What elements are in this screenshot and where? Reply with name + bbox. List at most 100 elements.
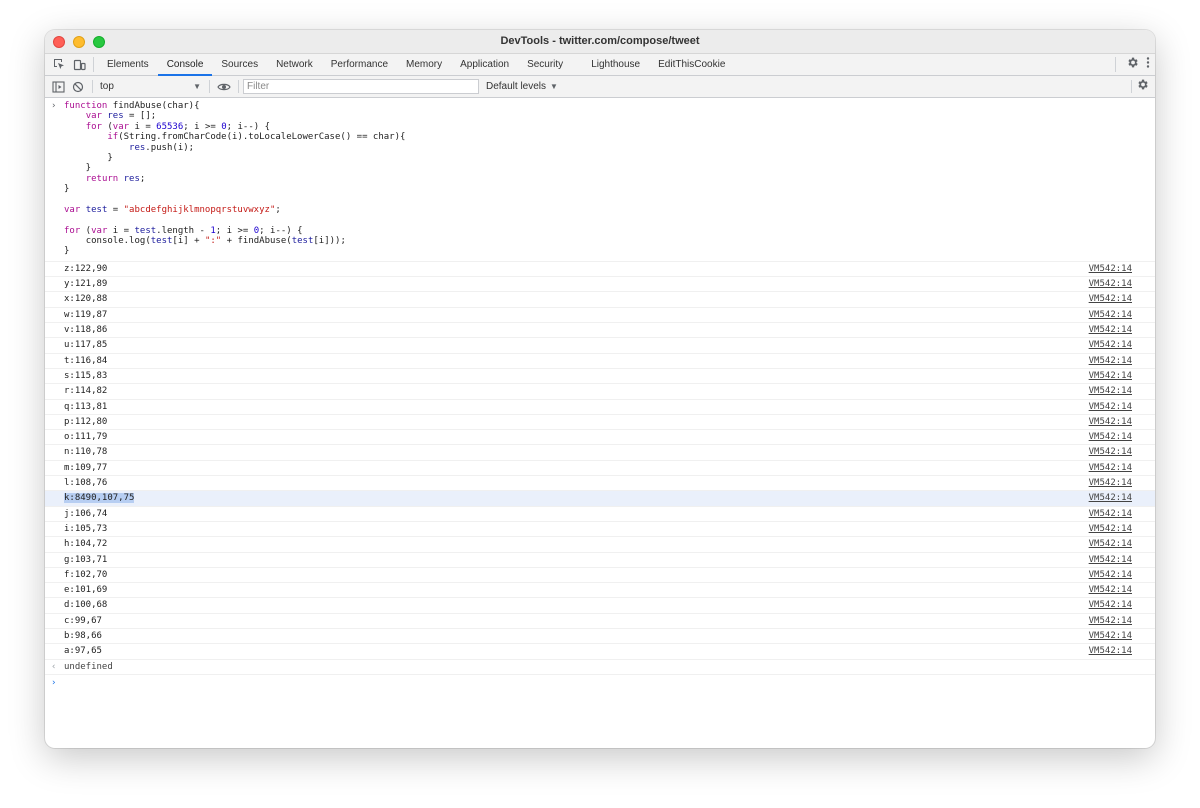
tab-console[interactable]: Console xyxy=(157,54,213,76)
return-value-row: ‹ undefined xyxy=(45,660,1155,675)
code-line: return res; xyxy=(85,173,146,184)
tab-application[interactable]: Application xyxy=(451,54,518,75)
tab-sources[interactable]: Sources xyxy=(212,54,267,75)
tab-elements[interactable]: Elements xyxy=(98,54,158,75)
log-source-link[interactable]: VM542:14 xyxy=(1089,400,1132,414)
log-row: i:105,73 VM542:14 xyxy=(45,522,1155,538)
tab-lighthouse[interactable]: Lighthouse xyxy=(582,54,649,75)
log-row: q:113,81 VM542:14 xyxy=(45,400,1155,415)
log-list: z:122,90 VM542:14 y:121,89 VM542:14 x:120,88… xyxy=(45,262,1155,660)
log-source-link[interactable]: VM542:14 xyxy=(1089,277,1132,291)
log-row: p:112,80 VM542:14 xyxy=(45,415,1155,431)
log-source-link[interactable]: VM542:14 xyxy=(1089,430,1132,444)
log-source-link[interactable]: VM542:14 xyxy=(1089,568,1132,582)
actions-separator xyxy=(1115,57,1116,72)
inspect-element-icon[interactable] xyxy=(49,54,69,75)
log-source-link[interactable]: VM542:14 xyxy=(1089,323,1132,337)
log-source-link[interactable]: VM542:14 xyxy=(1089,476,1132,490)
log-source-link[interactable]: VM542:14 xyxy=(1089,629,1132,643)
kebab-menu-icon[interactable] xyxy=(1145,56,1151,74)
log-row: w:119,87 VM542:14 xyxy=(45,308,1155,324)
log-message: x:120,88 xyxy=(64,294,108,305)
filter-input[interactable] xyxy=(243,79,479,94)
prompt-chevron-icon: › xyxy=(51,677,57,688)
tab-network[interactable]: Network xyxy=(267,54,322,75)
code-line: } xyxy=(64,163,92,174)
log-source-link[interactable]: VM542:14 xyxy=(1089,598,1132,612)
gear-icon[interactable] xyxy=(1136,78,1149,96)
toolbar-separator xyxy=(238,80,239,93)
log-message: d:100,68 xyxy=(64,600,108,611)
log-message: m:109,77 xyxy=(64,462,108,473)
log-row: f:102,70 VM542:14 xyxy=(45,568,1155,584)
log-source-link[interactable]: VM542:14 xyxy=(1089,537,1132,551)
return-value: undefined xyxy=(64,661,113,672)
tab-memory[interactable]: Memory xyxy=(397,54,451,75)
log-source-link[interactable]: VM542:14 xyxy=(1089,415,1132,429)
code-line: for (var i = test.length - 1; i >= 0; i-… xyxy=(64,225,303,236)
log-source-link[interactable]: VM542:14 xyxy=(1089,507,1132,521)
log-source-link[interactable]: VM542:14 xyxy=(1089,553,1132,567)
log-source-link[interactable]: VM542:14 xyxy=(1089,292,1132,306)
log-source-link[interactable]: VM542:14 xyxy=(1089,338,1132,352)
tab-performance[interactable]: Performance xyxy=(322,54,397,75)
log-row: v:118,86 VM542:14 xyxy=(45,323,1155,339)
code-line: } xyxy=(64,184,70,195)
log-source-link[interactable]: VM542:14 xyxy=(1089,491,1132,505)
log-row: c:99,67 VM542:14 xyxy=(45,614,1155,629)
log-row: a:97,65 VM542:14 xyxy=(45,644,1155,660)
log-source-link[interactable]: VM542:14 xyxy=(1089,644,1132,658)
log-message: n:110,78 xyxy=(64,447,108,458)
log-source-link[interactable]: VM542:14 xyxy=(1089,522,1132,536)
code-line: var test = "abcdefghijklmnopqrstuvwxyz"; xyxy=(64,204,281,215)
log-message: s:115,83 xyxy=(64,370,108,381)
log-source-link[interactable]: VM542:14 xyxy=(1089,262,1132,276)
log-row: b:98,66 VM542:14 xyxy=(45,629,1155,645)
log-row: e:101,69 VM542:14 xyxy=(45,583,1155,599)
tab-separator xyxy=(93,57,94,72)
gear-icon[interactable] xyxy=(1126,56,1139,74)
log-source-link[interactable]: VM542:14 xyxy=(1089,461,1132,475)
sidebar-toggle-icon[interactable] xyxy=(48,80,68,93)
clear-console-icon[interactable] xyxy=(68,81,88,93)
log-source-link[interactable]: VM542:14 xyxy=(1089,384,1132,398)
panel-tab-bar: Elements Console Sources Network Perform… xyxy=(45,54,1155,76)
code-line: } xyxy=(64,152,113,163)
log-source-link[interactable]: VM542:14 xyxy=(1089,354,1132,368)
log-message: i:105,73 xyxy=(64,523,108,534)
dropdown-arrow-icon: ▼ xyxy=(193,82,201,91)
code-block: function findAbuse(char){ var res = []; … xyxy=(64,101,1155,257)
log-row: r:114,82 VM542:14 xyxy=(45,384,1155,400)
toolbar-separator xyxy=(92,80,93,93)
log-levels-dropdown[interactable]: Default levels ▼ xyxy=(486,81,558,92)
device-toolbar-icon[interactable] xyxy=(69,54,89,75)
tab-editthiscookie[interactable]: EditThisCookie xyxy=(649,54,734,75)
log-source-link[interactable]: VM542:14 xyxy=(1089,308,1132,322)
console-prompt[interactable]: › xyxy=(45,675,1155,691)
context-selector[interactable]: top ▼ xyxy=(97,79,205,94)
log-row: y:121,89 VM542:14 xyxy=(45,277,1155,293)
log-source-link[interactable]: VM542:14 xyxy=(1089,583,1132,597)
log-message: l:108,76 xyxy=(64,478,108,489)
log-row: k:8490,107,75 VM542:14 xyxy=(45,491,1155,507)
console-output: › function findAbuse(char){ var res = []… xyxy=(45,98,1155,691)
log-message: u:117,85 xyxy=(64,340,108,351)
log-row: l:108,76 VM542:14 xyxy=(45,476,1155,492)
console-toolbar: top ▼ Default levels ▼ xyxy=(45,76,1155,98)
log-source-link[interactable]: VM542:14 xyxy=(1089,445,1132,459)
log-source-link[interactable]: VM542:14 xyxy=(1089,369,1132,383)
log-message: q:113,81 xyxy=(64,401,108,412)
log-message: z:122,90 xyxy=(64,263,108,274)
context-value: top xyxy=(100,81,114,92)
eye-icon[interactable] xyxy=(214,82,234,92)
code-line: console.log(test[i] + ":" + findAbuse(te… xyxy=(85,236,346,247)
log-row: d:100,68 VM542:14 xyxy=(45,598,1155,614)
log-source-link[interactable]: VM542:14 xyxy=(1089,614,1132,628)
log-message: h:104,72 xyxy=(64,539,108,550)
tab-security[interactable]: Security xyxy=(518,54,572,75)
window-title: DevTools - twitter.com/compose/tweet xyxy=(500,35,700,47)
log-message: v:118,86 xyxy=(64,325,108,336)
input-chevron-icon: › xyxy=(51,101,57,111)
